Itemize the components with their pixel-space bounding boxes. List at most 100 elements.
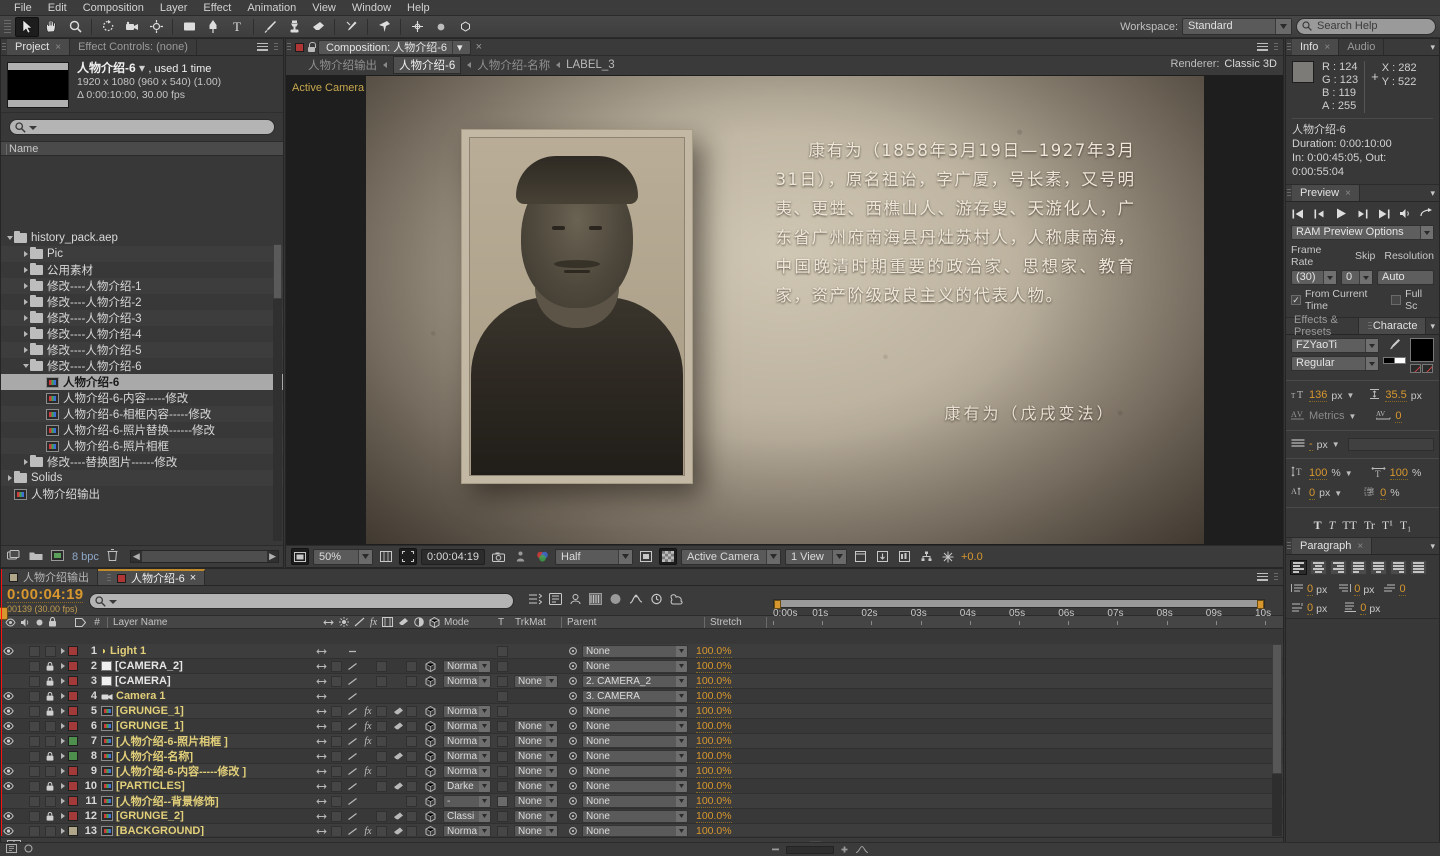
layer-name[interactable]: [人物介绍--背景修饰]	[101, 793, 311, 809]
menu-item-layer[interactable]: Layer	[152, 0, 196, 16]
clone-stamp-tool[interactable]	[282, 17, 306, 37]
chevron-down-icon-vs[interactable]: ▼	[1345, 469, 1353, 478]
layer-twirl-icon[interactable]	[57, 797, 68, 806]
exposure-value[interactable]: +0.0	[961, 551, 983, 563]
project-horizontal-scrollbar[interactable]: ◀ ▶	[129, 550, 279, 563]
toolbar-grip[interactable]	[4, 19, 11, 34]
layer-preserve-transparency[interactable]	[497, 825, 508, 836]
layer-switch-collapse[interactable]	[331, 720, 342, 732]
layer-mode-select[interactable]: Norma	[443, 824, 491, 836]
character-panel-menu[interactable]: ▾	[1426, 318, 1439, 334]
parent-pickwhip-icon[interactable]	[564, 781, 582, 791]
lock-toggle-icon[interactable]	[43, 720, 57, 732]
timeline-search-filter-icon[interactable]	[109, 599, 118, 604]
layer-switch-collapse[interactable]	[331, 765, 342, 777]
view-camera-select[interactable]: Active Camera	[681, 548, 781, 565]
layer-switch-3d[interactable]	[421, 705, 439, 717]
layer-switch-3d[interactable]	[421, 720, 439, 732]
solo-toggle-cell[interactable]	[29, 765, 40, 777]
twirl-down-icon[interactable]	[21, 362, 30, 371]
solo-toggle-cell[interactable]	[29, 780, 40, 792]
twirl-right-icon[interactable]	[21, 250, 30, 259]
channels-icon[interactable]	[533, 548, 551, 565]
layer-switch-fx[interactable]: fx	[360, 766, 376, 777]
layer-label-color[interactable]	[68, 781, 78, 791]
show-snapshot-icon[interactable]	[511, 548, 529, 565]
space-after-value[interactable]: 0	[1360, 602, 1367, 615]
layer-name[interactable]: Camera 1	[101, 690, 311, 702]
twirl-down-icon[interactable]	[5, 234, 14, 243]
superscript-button[interactable]: T¹	[1382, 518, 1393, 533]
layer-switch-frameblend[interactable]	[376, 765, 387, 777]
parent-pickwhip-icon[interactable]	[564, 766, 582, 776]
video-toggle-icon[interactable]	[1, 707, 15, 715]
twirl-right-icon[interactable]	[21, 298, 30, 307]
paragraph-panel-menu[interactable]: ▾	[1426, 538, 1439, 554]
close-icon-comp[interactable]: ×	[476, 41, 482, 53]
always-preview-icon[interactable]	[291, 548, 309, 565]
tab-effect-controls[interactable]: Effect Controls: (none)	[70, 39, 197, 55]
layer-switch-quality[interactable]	[345, 692, 360, 701]
layer-twirl-icon[interactable]	[57, 692, 68, 701]
font-size-value[interactable]: 136	[1309, 389, 1328, 402]
parent-pickwhip-icon[interactable]	[564, 706, 582, 716]
lock-toggle-icon[interactable]	[43, 765, 57, 777]
parent-pickwhip-icon[interactable]	[564, 811, 582, 821]
layer-trkmat-select[interactable]: None	[514, 794, 558, 808]
layer-trkmat-select[interactable]: None	[514, 734, 558, 748]
timeline-layer-row[interactable]: 5 [GRUNGE_1] fx Norma None 100.0%	[1, 704, 1283, 719]
layer-stretch-value[interactable]: 100.0%	[696, 720, 732, 733]
tab-info[interactable]: Info ×	[1292, 39, 1340, 55]
timeline-layer-row[interactable]: 12 [GRUNGE_2] Classi None None 100.0%	[1, 809, 1283, 824]
timeline-layer-row[interactable]: 7 [人物介绍-6-照片相框 ] fx Norma None None 100.0%	[1, 734, 1283, 749]
layer-switch-fx[interactable]: fx	[360, 736, 376, 747]
lock-toggle-icon[interactable]	[43, 751, 57, 761]
project-tree-item[interactable]: 修改----替换图片------修改	[1, 454, 283, 470]
solo-toggle-cell[interactable]	[29, 750, 40, 762]
timeline-layer-row[interactable]: 13 [BACKGROUND] fx Norma None None 100.0%	[1, 824, 1283, 836]
chevron-down-icon-preview[interactable]: ▾	[1430, 188, 1435, 199]
layer-label-color[interactable]	[68, 646, 78, 656]
tracking-value[interactable]: 0	[1395, 410, 1402, 423]
layer-switch-frameblend[interactable]	[376, 660, 387, 672]
status-zoom-slider[interactable]	[786, 845, 834, 854]
frame-blending-icon[interactable]	[609, 593, 622, 608]
layer-parent-select[interactable]: None	[582, 659, 688, 673]
layer-switch-shy[interactable]	[311, 812, 331, 821]
shape-tool[interactable]	[177, 17, 201, 37]
lock-toggle-icon[interactable]	[43, 781, 57, 791]
layer-switch-adjust[interactable]	[406, 750, 417, 762]
layer-switch-3d[interactable]	[421, 660, 439, 672]
timeline-grip-right[interactable]	[1273, 572, 1279, 582]
brush-tool[interactable]	[258, 17, 282, 37]
align-right-button[interactable]	[1330, 560, 1347, 575]
layer-mode-select[interactable]: Norma	[443, 764, 491, 778]
layer-switch-3d[interactable]	[421, 675, 439, 687]
layer-switch-fx[interactable]: fx	[360, 721, 376, 732]
project-tree-item[interactable]: 人物介绍-6-照片替换------修改	[1, 422, 283, 438]
info-panel-menu[interactable]: ▾	[1426, 39, 1439, 55]
layer-switch-3d[interactable]	[421, 810, 439, 822]
timeline-view-icon[interactable]	[895, 548, 913, 565]
layer-label-color[interactable]	[68, 736, 78, 746]
chevron-down-icon-para[interactable]: ▾	[1430, 541, 1435, 552]
project-tree-item[interactable]: 修改----人物介绍-1	[1, 278, 283, 294]
scroll-right-arrow[interactable]: ▶	[267, 551, 278, 562]
video-toggle-icon[interactable]	[1, 827, 15, 835]
layer-switch-collapse[interactable]	[331, 750, 342, 762]
layer-switch-quality[interactable]	[345, 722, 360, 731]
graph-editor-icon[interactable]	[629, 593, 643, 608]
menu-item-composition[interactable]: Composition	[75, 0, 152, 16]
layer-mode-select[interactable]: Norma	[443, 704, 491, 718]
resolution-select[interactable]: Half	[555, 548, 633, 565]
chevron-down-icon-comp[interactable]: ▾	[139, 61, 145, 75]
layer-switch-fx[interactable]: fx	[360, 706, 376, 717]
layer-preserve-transparency[interactable]	[497, 780, 508, 792]
horizontal-scale-value[interactable]: 100	[1389, 467, 1408, 480]
layer-switch-quality[interactable]	[345, 812, 360, 821]
stretch-column-header[interactable]: Stretch	[710, 617, 742, 628]
exposure-reset-icon[interactable]	[939, 548, 957, 565]
project-tree-item[interactable]: 人物介绍-6-内容-----修改	[1, 390, 283, 406]
align-center-button[interactable]	[1310, 560, 1327, 575]
layer-name[interactable]: [CAMERA_2]	[101, 660, 311, 672]
